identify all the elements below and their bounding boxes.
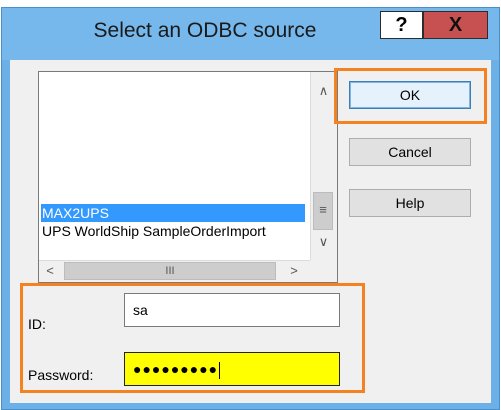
text-caret — [219, 361, 221, 379]
scroll-up-icon[interactable]: ∧ — [310, 83, 337, 99]
password-field[interactable]: ●●●●●●●●● — [124, 352, 340, 386]
vertical-scrollbar[interactable] — [310, 72, 337, 260]
help-caption-button[interactable]: ? — [380, 11, 423, 39]
close-button[interactable]: X — [423, 11, 488, 39]
horizontal-scroll-thumb[interactable]: III — [64, 262, 276, 280]
id-label: ID: — [28, 316, 46, 332]
password-label: Password: — [28, 367, 94, 383]
vertical-scroll-thumb[interactable]: ≡ — [313, 192, 333, 230]
list-item[interactable]: UPS WorldShip SampleOrderImport — [41, 222, 305, 240]
scrollbar-corner — [310, 260, 337, 282]
scroll-left-icon[interactable]: < — [40, 263, 60, 278]
list-item[interactable]: MAX2UPS — [41, 204, 305, 222]
id-field[interactable]: sa — [124, 293, 340, 327]
odbc-source-listbox[interactable] — [38, 71, 338, 283]
ok-highlight-box — [334, 68, 487, 124]
scroll-down-icon[interactable]: ∨ — [310, 234, 337, 250]
cancel-button[interactable]: Cancel — [349, 138, 471, 166]
dialog-title: Select an ODBC source — [93, 19, 317, 42]
help-button[interactable]: Help — [349, 189, 471, 217]
scroll-right-icon[interactable]: > — [282, 263, 306, 278]
password-mask: ●●●●●●●●● — [133, 361, 219, 377]
